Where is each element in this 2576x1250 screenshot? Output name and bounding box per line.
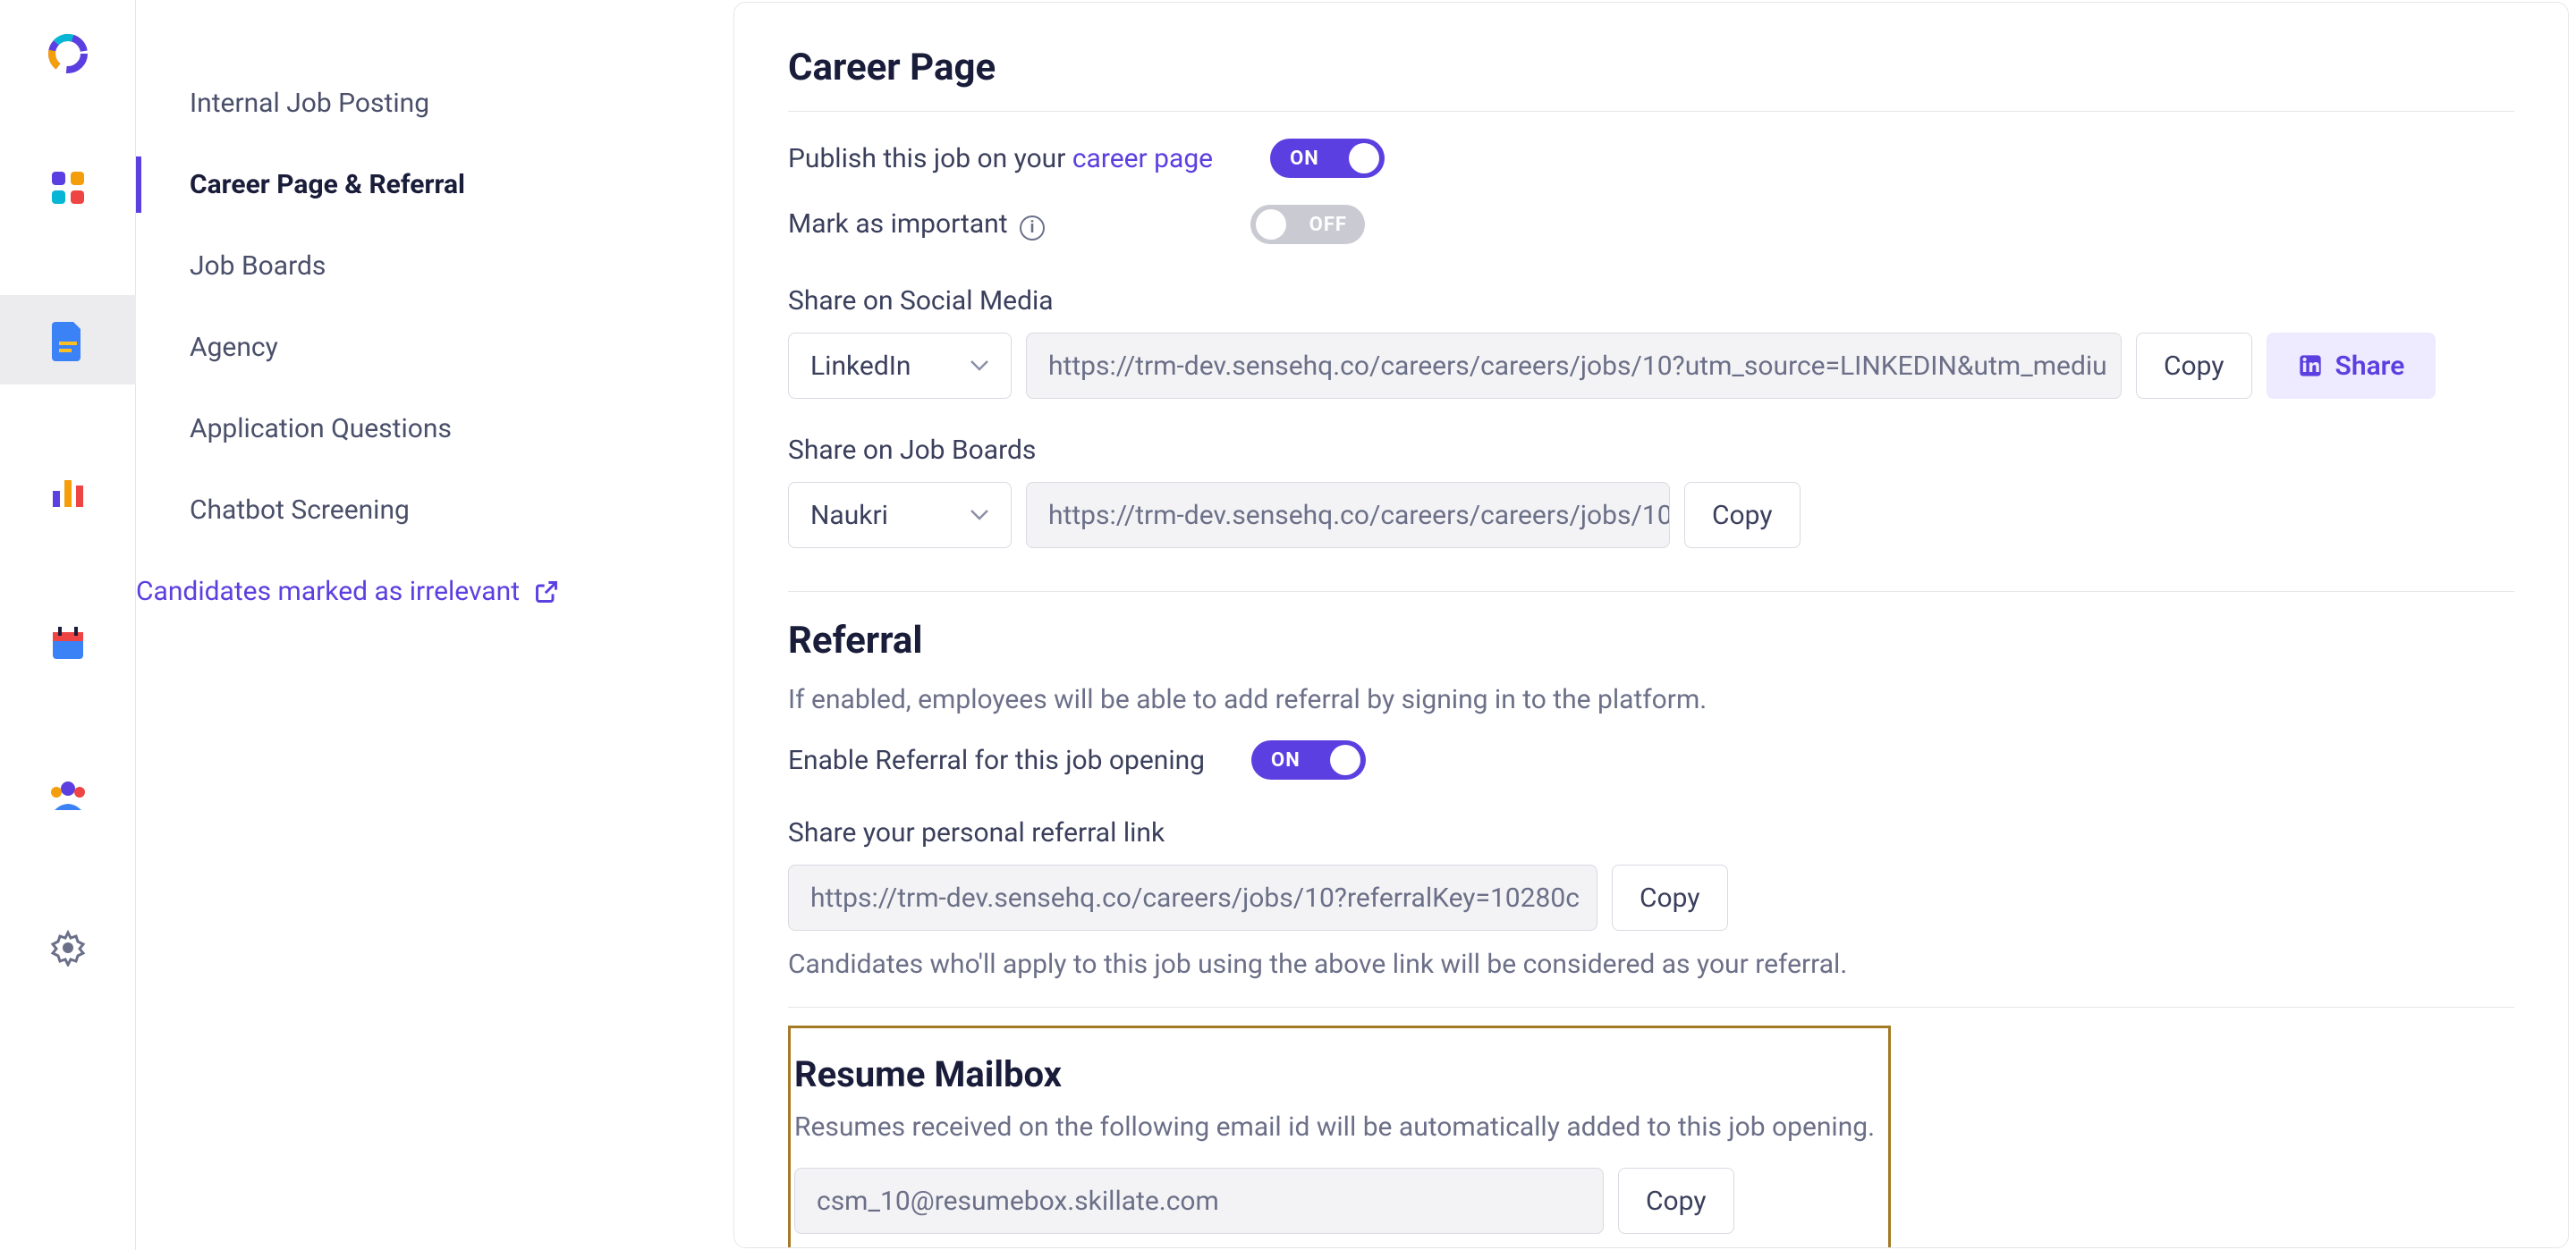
analytics-icon[interactable] xyxy=(0,447,136,536)
career-page-link[interactable]: career page xyxy=(1072,143,1213,174)
calendar-icon[interactable] xyxy=(0,599,136,688)
social-select[interactable]: LinkedIn xyxy=(788,333,1012,399)
boards-row: Naukri https://trm-dev.sensehq.co/career… xyxy=(788,482,2514,548)
social-row: LinkedIn https://trm-dev.sensehq.co/care… xyxy=(788,333,2514,399)
mailbox-desc: Resumes received on the following email … xyxy=(794,1111,1888,1143)
irrelevant-candidates-link[interactable]: Candidates marked as irrelevant xyxy=(136,551,733,607)
share-button[interactable]: Share xyxy=(2267,333,2436,399)
important-row: Mark as important i OFF xyxy=(788,205,2514,244)
referral-desc: If enabled, employees will be able to ad… xyxy=(788,684,2514,715)
sidebar-item-chatbot-screening[interactable]: Chatbot Screening xyxy=(136,469,733,551)
social-label: Share on Social Media xyxy=(788,285,2514,317)
chevron-down-icon xyxy=(970,359,989,372)
sidebar-item-internal-posting[interactable]: Internal Job Posting xyxy=(136,63,733,144)
chevron-down-icon xyxy=(970,509,989,521)
sidebar-item-career-referral[interactable]: Career Page & Referral xyxy=(136,144,733,225)
resume-mailbox-highlight: Resume Mailbox Resumes received on the f… xyxy=(788,1026,1891,1248)
irrelevant-link-label: Candidates marked as irrelevant xyxy=(136,576,520,607)
enable-referral-row: Enable Referral for this job opening ON xyxy=(788,740,2514,780)
mailbox-email-input[interactable]: csm_10@resumebox.skillate.com xyxy=(794,1168,1604,1234)
sidebar-item-application-questions[interactable]: Application Questions xyxy=(136,388,733,469)
settings-icon[interactable] xyxy=(0,903,136,992)
copy-social-button[interactable]: Copy xyxy=(2136,333,2252,399)
important-toggle[interactable]: OFF xyxy=(1250,205,1365,244)
icon-rail xyxy=(0,0,136,1250)
divider xyxy=(788,111,2514,112)
sidebar-nav: Internal Job Posting Career Page & Refer… xyxy=(136,63,733,607)
info-icon[interactable]: i xyxy=(1020,215,1045,241)
mailbox-title: Resume Mailbox xyxy=(794,1053,1888,1095)
important-label: Mark as important i xyxy=(788,208,1045,241)
referral-title: Referral xyxy=(788,619,2514,663)
social-url-input[interactable]: https://trm-dev.sensehq.co/careers/caree… xyxy=(1026,333,2122,399)
enable-referral-label: Enable Referral for this job opening xyxy=(788,745,1205,776)
publish-row: Publish this job on your career page ON xyxy=(788,139,2514,178)
people-icon[interactable] xyxy=(0,751,136,840)
jobs-icon[interactable] xyxy=(0,295,136,384)
referral-note: Candidates who'll apply to this job usin… xyxy=(788,949,2514,980)
boards-url-input[interactable]: https://trm-dev.sensehq.co/careers/caree… xyxy=(1026,482,1670,548)
referral-share-label: Share your personal referral link xyxy=(788,817,2514,849)
external-link-icon xyxy=(534,579,559,604)
sidebar-item-agency[interactable]: Agency xyxy=(136,307,733,388)
copy-mailbox-button[interactable]: Copy xyxy=(1618,1168,1734,1234)
dashboard-icon[interactable] xyxy=(0,143,136,232)
linkedin-icon xyxy=(2298,353,2323,378)
mailbox-row: csm_10@resumebox.skillate.com Copy xyxy=(794,1168,1888,1234)
copy-referral-button[interactable]: Copy xyxy=(1612,865,1728,931)
publish-toggle[interactable]: ON xyxy=(1270,139,1385,178)
enable-referral-toggle[interactable]: ON xyxy=(1251,740,1366,780)
career-page-title: Career Page xyxy=(788,46,2514,89)
sidebar-item-job-boards[interactable]: Job Boards xyxy=(136,225,733,307)
sidebar: Internal Job Posting Career Page & Refer… xyxy=(136,0,733,1250)
boards-select[interactable]: Naukri xyxy=(788,482,1012,548)
main-panel: Career Page Publish this job on your car… xyxy=(733,2,2569,1248)
logo-icon[interactable] xyxy=(0,27,136,80)
app-root: Internal Job Posting Career Page & Refer… xyxy=(0,0,2576,1250)
copy-boards-button[interactable]: Copy xyxy=(1684,482,1801,548)
referral-url-input[interactable]: https://trm-dev.sensehq.co/careers/jobs/… xyxy=(788,865,1597,931)
referral-link-row: https://trm-dev.sensehq.co/careers/jobs/… xyxy=(788,865,2514,931)
divider xyxy=(788,591,2514,592)
divider xyxy=(788,1007,2514,1008)
publish-label: Publish this job on your career page xyxy=(788,143,1213,174)
boards-label: Share on Job Boards xyxy=(788,435,2514,466)
